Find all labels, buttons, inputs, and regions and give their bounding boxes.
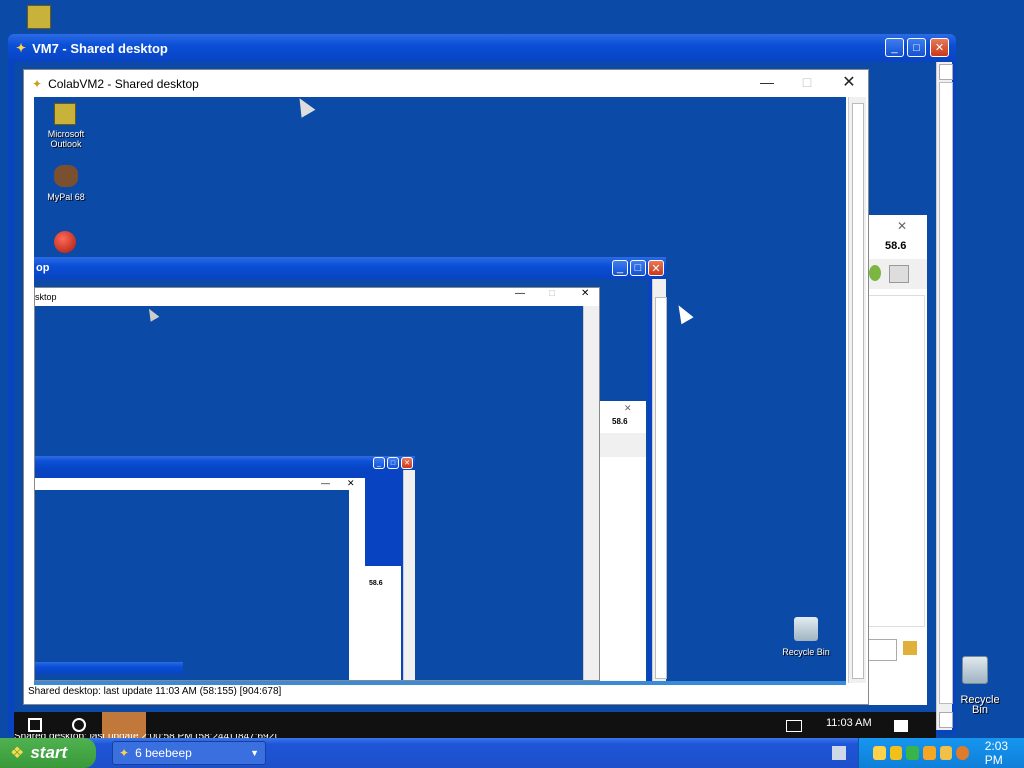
- broom-icon[interactable]: [903, 641, 917, 655]
- minimize-button[interactable]: _: [612, 260, 628, 276]
- side-number: 58.6: [885, 240, 907, 252]
- deep-title-bar[interactable]: [35, 456, 415, 470]
- shield-icon[interactable]: [889, 746, 903, 760]
- deepest-title-bar[interactable]: [35, 662, 183, 674]
- icon-label: MyPal 68: [47, 192, 85, 202]
- mypal-icon[interactable]: [54, 165, 78, 187]
- nested-w10-desktop: _ □ ✕ ✕ — 58.6: [35, 306, 583, 680]
- nested-w10-window: sktop — □ ✕ _ □ ✕ ✕ — 58.6: [34, 287, 600, 681]
- colab-desktop: Microsoft Outlook MyPal 68 Recycle Bin o…: [34, 94, 846, 685]
- folder-icon[interactable]: [939, 746, 953, 760]
- deep-desktop: [35, 490, 349, 680]
- deep-xp-window: _ □ ✕ ✕ — 58.6: [35, 456, 415, 680]
- system-tray: 2:03 PM: [858, 738, 1024, 768]
- maximize-button[interactable]: □: [549, 288, 555, 299]
- scroll-up-icon[interactable]: [939, 64, 953, 80]
- close-button[interactable]: ✕: [648, 260, 664, 276]
- side-window: ✕ 58.6: [866, 215, 927, 705]
- icon-label: Recycle Bin: [782, 647, 830, 657]
- side-number: 58.6: [369, 580, 383, 587]
- close-button[interactable]: ✕: [828, 72, 870, 92]
- inner-clock: 11:03 AM: [826, 717, 872, 729]
- maximize-button[interactable]: □: [630, 260, 646, 276]
- deep-side-window: 58.6: [365, 566, 401, 680]
- colab-scrollbar[interactable]: [848, 97, 866, 683]
- deep-scrollbar[interactable]: [403, 470, 415, 680]
- nested-side-window: ✕ 58.6: [600, 401, 646, 681]
- vm7-title-bar[interactable]: ✦ VM7 - Shared desktop: [8, 34, 956, 62]
- task-button[interactable]: ✦ 6 beebeep ▼: [112, 741, 266, 765]
- close-button[interactable]: ✕: [930, 38, 949, 57]
- deep-w10-window: ✕ —: [35, 478, 365, 680]
- search-icon[interactable]: [72, 718, 86, 732]
- cursor-icon: [292, 94, 316, 118]
- scroll-thumb[interactable]: [939, 82, 953, 704]
- recycle-bin-label: Recycle Bin: [960, 694, 1000, 716]
- colab-title: ColabVM2 - Shared desktop: [48, 76, 199, 91]
- scroll-down-icon[interactable]: [939, 712, 953, 728]
- maximize-button[interactable]: □: [387, 457, 399, 469]
- nested-xp-window: op _ □ ✕ sktop — □ ✕ _ □ ✕ ✕ — 58.6 ✕ 58…: [34, 257, 667, 681]
- network-icon[interactable]: [906, 746, 919, 760]
- nested-title: op: [36, 262, 50, 274]
- colab-bottom-strip: [34, 681, 846, 685]
- network-icon[interactable]: [786, 720, 802, 732]
- colab-title-bar[interactable]: ✦ ColabVM2 - Shared desktop: [24, 70, 868, 97]
- taskbar: ❖ start ✦ 6 beebeep ▼ 2:03 PM: [0, 738, 1024, 768]
- red-ball-icon[interactable]: [54, 231, 76, 253]
- close-button[interactable]: ✕: [401, 457, 413, 469]
- windows-flag-icon: ❖: [10, 745, 25, 762]
- recycle-bin-icon[interactable]: [958, 656, 992, 686]
- clock: 2:03 PM: [984, 739, 1009, 767]
- colab-status-bar: Shared desktop: last update 11:03 AM (58…: [28, 686, 282, 697]
- nested-scrollbar[interactable]: [652, 279, 667, 681]
- cursor-icon: [144, 306, 160, 322]
- colab-tray-icon[interactable]: [873, 746, 886, 760]
- notification-icon[interactable]: [894, 720, 908, 732]
- task-label: 6 beebeep: [135, 746, 192, 760]
- chevron-down-icon: ▼: [250, 748, 259, 758]
- outlook-icon[interactable]: [27, 5, 51, 29]
- speaker-icon[interactable]: [922, 746, 936, 760]
- recycle-bin-icon[interactable]: [794, 617, 818, 641]
- maximize-button[interactable]: □: [907, 38, 926, 57]
- colab-icon: ✦: [119, 746, 130, 760]
- nested-title-bar[interactable]: op: [34, 257, 666, 279]
- minimize-button[interactable]: —: [515, 288, 525, 299]
- maximize-button[interactable]: □: [786, 74, 828, 90]
- vm7-scrollbar[interactable]: [936, 62, 953, 730]
- close-button[interactable]: ✕: [581, 288, 589, 299]
- icon-label: Microsoft Outlook: [47, 129, 85, 149]
- side-input[interactable]: [867, 639, 897, 661]
- close-button[interactable]: ✕: [624, 403, 632, 414]
- close-button[interactable]: ✕: [347, 478, 355, 489]
- side-toolbar: [867, 259, 927, 289]
- colab-icon: ✦: [16, 41, 27, 55]
- minimize-button[interactable]: _: [885, 38, 904, 57]
- start-label: start: [30, 743, 68, 762]
- search-icon[interactable]: [956, 746, 969, 760]
- nested-w10-title: sktop: [35, 292, 57, 302]
- keyboard-icon[interactable]: [832, 746, 846, 760]
- side-list[interactable]: [867, 295, 925, 627]
- trash-icon[interactable]: [889, 265, 909, 283]
- colab-icon: ✦: [32, 76, 43, 91]
- start-button[interactable]: ❖ start: [0, 738, 96, 768]
- outlook-icon[interactable]: [54, 103, 76, 125]
- minimize-button[interactable]: —: [746, 74, 788, 90]
- minimize-button[interactable]: —: [321, 478, 330, 488]
- leaf-icon[interactable]: [869, 265, 881, 281]
- colab-window: ✦ ColabVM2 - Shared desktop — □ ✕ Micros…: [23, 69, 869, 705]
- windows-start-icon[interactable]: [28, 718, 42, 732]
- side-close-icon[interactable]: ✕: [897, 219, 907, 233]
- vm7-title: VM7 - Shared desktop: [32, 40, 168, 56]
- minimize-button[interactable]: _: [373, 457, 385, 469]
- nested-w10-scrollbar[interactable]: [583, 306, 599, 680]
- side-number: 58.6: [612, 417, 628, 426]
